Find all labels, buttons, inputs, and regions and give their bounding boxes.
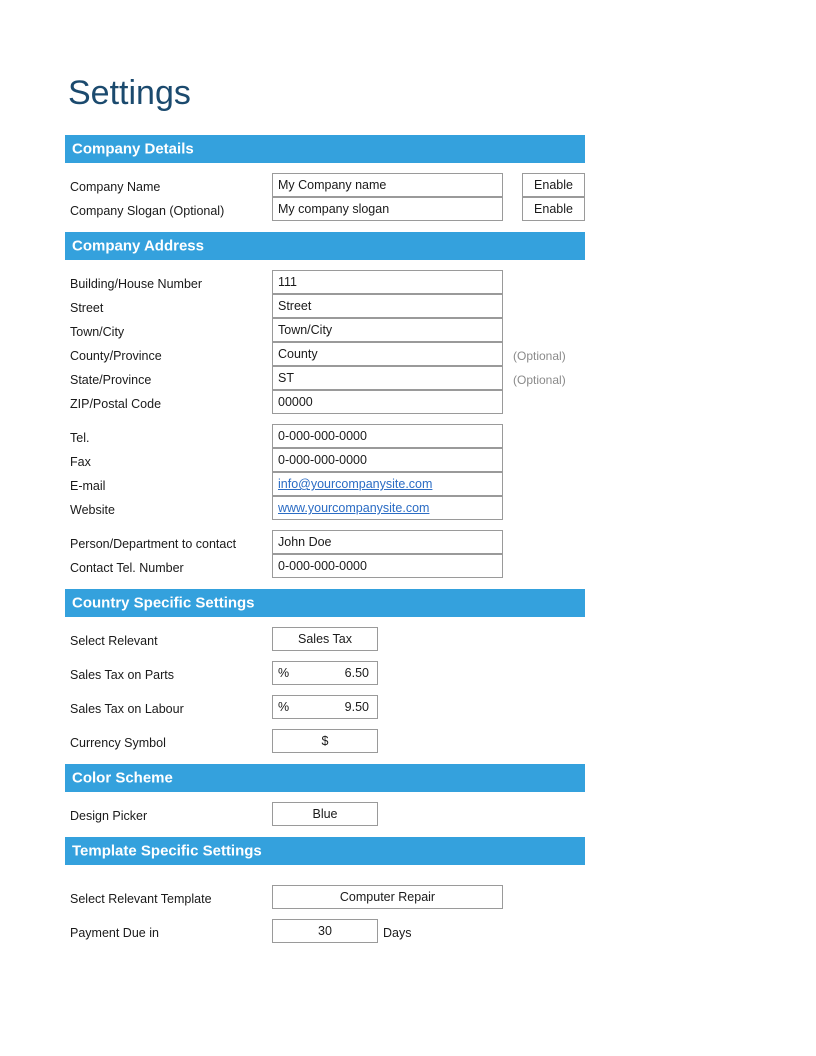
section-title-template-specific: Template Specific Settings <box>72 842 262 860</box>
input-person-department[interactable]: John Doe <box>272 530 503 554</box>
input-street[interactable]: Street <box>272 294 503 318</box>
value-sales-tax-labour: 9.50 <box>344 700 369 714</box>
label-fax: Fax <box>70 455 91 469</box>
select-relevant-template[interactable]: Computer Repair <box>272 885 503 909</box>
input-sales-tax-labour[interactable]: % 9.50 <box>272 695 378 719</box>
label-company-slogan: Company Slogan (Optional) <box>70 204 225 218</box>
section-header-color-scheme: Color Scheme <box>65 764 585 792</box>
input-county-province[interactable]: County <box>272 342 503 366</box>
label-design-picker: Design Picker <box>70 809 148 823</box>
input-state-province[interactable]: ST <box>272 366 503 390</box>
label-state-province: State/Province <box>70 373 152 387</box>
label-email: E-mail <box>70 479 106 493</box>
label-select-template: Select Relevant Template <box>70 892 212 906</box>
section-title-company-details: Company Details <box>72 140 194 158</box>
label-tel: Tel. <box>70 431 90 445</box>
section-header-company-address: Company Address <box>65 232 585 260</box>
select-design-picker[interactable]: Blue <box>272 802 378 826</box>
label-sales-tax-labour: Sales Tax on Labour <box>70 702 184 716</box>
section-header-country-specific: Country Specific Settings <box>65 589 585 617</box>
select-relevant-tax-type[interactable]: Sales Tax <box>272 627 378 651</box>
website-link[interactable]: www.yourcompanysite.com <box>278 501 429 515</box>
note-state-optional: (Optional) <box>513 373 566 387</box>
input-currency-symbol[interactable]: $ <box>272 729 378 753</box>
input-tel[interactable]: 0-000-000-0000 <box>272 424 503 448</box>
note-county-optional: (Optional) <box>513 349 566 363</box>
label-person-department: Person/Department to contact <box>70 537 237 551</box>
input-payment-due-days[interactable]: 30 <box>272 919 378 943</box>
input-company-slogan[interactable]: My company slogan <box>272 197 503 221</box>
settings-page: Settings Company Details Company Name My… <box>0 0 816 1056</box>
section-header-company-details: Company Details <box>65 135 585 163</box>
input-zip-postal-code[interactable]: 00000 <box>272 390 503 414</box>
button-enable-company-name[interactable]: Enable <box>522 173 585 197</box>
input-website[interactable]: www.yourcompanysite.com <box>272 496 503 520</box>
input-company-name[interactable]: My Company name <box>272 173 503 197</box>
input-sales-tax-parts[interactable]: % 6.50 <box>272 661 378 685</box>
email-link[interactable]: info@yourcompanysite.com <box>278 477 432 491</box>
section-title-company-address: Company Address <box>72 237 204 255</box>
percent-sign-labour: % <box>278 700 290 714</box>
label-sales-tax-parts: Sales Tax on Parts <box>70 668 174 682</box>
page-title: Settings <box>68 74 191 112</box>
section-title-country-specific: Country Specific Settings <box>72 594 255 612</box>
label-town-city: Town/City <box>70 325 125 339</box>
label-currency-symbol: Currency Symbol <box>70 736 166 750</box>
input-contact-tel-number[interactable]: 0-000-000-0000 <box>272 554 503 578</box>
suffix-days: Days <box>383 926 412 940</box>
input-town-city[interactable]: Town/City <box>272 318 503 342</box>
label-contact-tel-number: Contact Tel. Number <box>70 561 184 575</box>
label-select-relevant: Select Relevant <box>70 634 158 648</box>
value-sales-tax-parts: 6.50 <box>344 666 369 680</box>
section-title-color-scheme: Color Scheme <box>72 769 173 787</box>
input-fax[interactable]: 0-000-000-0000 <box>272 448 503 472</box>
label-payment-due-in: Payment Due in <box>70 926 159 940</box>
label-building-number: Building/House Number <box>70 277 203 291</box>
label-website: Website <box>70 503 115 517</box>
button-enable-company-slogan[interactable]: Enable <box>522 197 585 221</box>
label-zip-postal-code: ZIP/Postal Code <box>70 397 162 411</box>
label-company-name: Company Name <box>70 180 161 194</box>
section-header-template-specific: Template Specific Settings <box>65 837 585 865</box>
input-building-number[interactable]: 111 <box>272 270 503 294</box>
percent-sign-parts: % <box>278 666 290 680</box>
input-email[interactable]: info@yourcompanysite.com <box>272 472 503 496</box>
label-county-province: County/Province <box>70 349 162 363</box>
label-street: Street <box>70 301 104 315</box>
